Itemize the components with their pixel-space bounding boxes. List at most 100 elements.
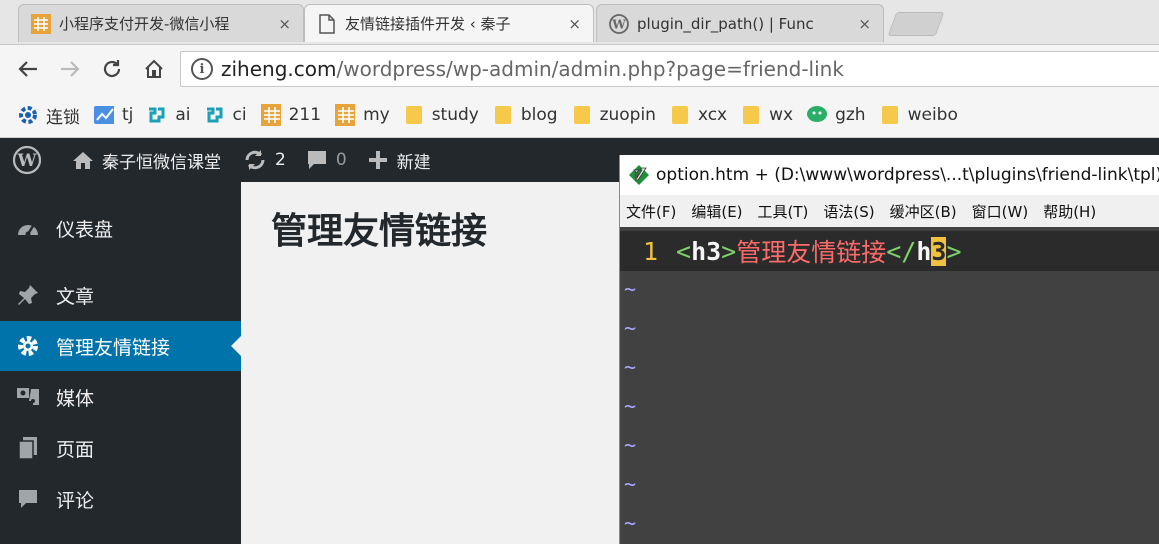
tab-title: plugin_dir_path() | Func xyxy=(637,14,814,33)
tab-title: 小程序支付开发-微信小程 xyxy=(59,15,230,33)
bookmark-item[interactable]: ai xyxy=(147,105,191,125)
page-icon xyxy=(317,13,337,34)
wechat-icon xyxy=(807,105,828,125)
tab-plugin-dir-path[interactable]: W plugin_dir_path() | Func × xyxy=(596,4,884,42)
bookmark-item[interactable]: my xyxy=(335,104,390,126)
plugin-icon xyxy=(205,105,225,125)
info-icon[interactable]: i xyxy=(191,58,213,80)
sidebar-item-label: 媒体 xyxy=(56,387,95,410)
sidebar-item-comments[interactable]: 评论 xyxy=(0,474,241,524)
menu-tools[interactable]: 工具(T) xyxy=(758,201,809,222)
svg-text:W: W xyxy=(16,151,37,171)
bookmark-item[interactable]: blog xyxy=(493,105,558,125)
empty-line-marker: ~ xyxy=(624,394,637,418)
home-icon xyxy=(145,59,163,78)
wp-logo-button[interactable]: W xyxy=(12,145,50,175)
bookmark-item[interactable]: ci xyxy=(205,105,247,125)
empty-line-marker: ~ xyxy=(624,433,637,457)
bookmark-label: ci xyxy=(232,105,247,125)
text-cursor: 3 xyxy=(931,236,947,266)
site-logo-icon xyxy=(260,104,281,126)
tab-close-icon[interactable]: × xyxy=(858,15,871,33)
tab-close-icon[interactable]: × xyxy=(568,15,581,33)
browser-toolbar: i ziheng.com/wordpress/wp-admin/admin.ph… xyxy=(0,45,1159,93)
back-button[interactable] xyxy=(14,55,42,83)
svg-text:W: W xyxy=(611,17,626,31)
wp-admin-sidebar: 仪表盘 文章 管理友情链接 媒体 页面 评论 xyxy=(0,182,241,544)
empty-line-marker: ~ xyxy=(624,472,637,496)
comments-count: 0 xyxy=(335,150,347,170)
bookmark-label: blog xyxy=(520,105,558,125)
wp-main-content: 管理友情链接 xyxy=(241,182,619,544)
bookmark-item[interactable]: zuopin xyxy=(572,105,656,125)
sidebar-item-label: 管理友情链接 xyxy=(56,336,171,359)
tab-friend-link-plugin[interactable]: 友情链接插件开发 ‹ 秦子 × xyxy=(304,4,594,42)
bookmark-label: 211 xyxy=(288,105,322,125)
bookmark-label: xcx xyxy=(697,105,728,125)
code-line[interactable]: 1 < h3 > 管理友情链接 </h 3 > xyxy=(620,231,1159,271)
address-bar[interactable]: i ziheng.com/wordpress/wp-admin/admin.ph… xyxy=(180,51,1159,87)
home-icon xyxy=(72,150,94,170)
site-name: 秦子恒微信课堂 xyxy=(102,152,221,173)
menu-file[interactable]: 文件(F) xyxy=(626,201,676,222)
menu-window[interactable]: 窗口(W) xyxy=(972,201,1029,222)
code-tag: h xyxy=(916,236,932,266)
vim-titlebar[interactable]: option.htm + (D:\www\wordpress\...t\plug… xyxy=(620,155,1159,195)
comment-icon xyxy=(306,149,328,171)
home-button[interactable] xyxy=(140,55,168,83)
vim-text-area[interactable]: 1 < h3 > 管理友情链接 </h 3 > ~ ~ ~ ~ ~ ~ ~ xyxy=(620,227,1159,544)
menu-edit[interactable]: 编辑(E) xyxy=(691,201,742,222)
bookmark-item[interactable]: xcx xyxy=(670,105,727,125)
comments-link[interactable]: 0 xyxy=(306,149,347,171)
reload-button[interactable] xyxy=(98,55,126,83)
folder-icon xyxy=(572,105,592,125)
page-icon xyxy=(16,436,40,460)
site-name-link[interactable]: 秦子恒微信课堂 xyxy=(72,148,221,173)
bookmark-label: tj xyxy=(122,105,134,125)
tab-mini-program-payment[interactable]: 小程序支付开发-微信小程 × xyxy=(18,4,304,42)
menu-buffers[interactable]: 缓冲区(B) xyxy=(890,201,957,222)
comment-icon xyxy=(16,487,40,511)
gear-icon xyxy=(18,105,38,125)
bookmark-item[interactable]: study xyxy=(404,105,479,125)
vim-menubar: 文件(F) 编辑(E) 工具(T) 语法(S) 缓冲区(B) 窗口(W) 帮助(… xyxy=(620,195,1159,228)
sidebar-item-manage-friend-links[interactable]: 管理友情链接 xyxy=(0,321,241,371)
folder-icon xyxy=(880,105,900,125)
code-bracket: > xyxy=(721,236,737,266)
code-bracket: < xyxy=(676,236,692,266)
vim-editor-window: option.htm + (D:\www\wordpress\...t\plug… xyxy=(619,155,1159,544)
bookmark-item[interactable]: tj xyxy=(94,105,133,125)
chart-icon xyxy=(94,105,114,125)
vim-window-title: option.htm + (D:\www\wordpress\...t\plug… xyxy=(656,165,1159,185)
bookmark-label: weibo xyxy=(907,105,958,125)
sidebar-item-label: 评论 xyxy=(56,489,95,512)
bookmark-item[interactable]: weibo xyxy=(880,105,958,125)
sidebar-item-media[interactable]: 媒体 xyxy=(0,372,241,422)
bookmark-item[interactable]: 连锁 xyxy=(18,103,80,128)
bookmark-label: zuopin xyxy=(599,105,656,125)
sidebar-item-posts[interactable]: 文章 xyxy=(0,270,241,320)
site-logo-icon xyxy=(335,104,356,126)
plus-icon xyxy=(367,149,389,171)
reload-icon xyxy=(103,60,121,78)
pin-icon xyxy=(16,283,40,307)
bookmark-item[interactable]: wx xyxy=(741,105,793,125)
bookmark-label: 连锁 xyxy=(46,107,80,128)
menu-help[interactable]: 帮助(H) xyxy=(1043,201,1096,222)
new-tab-button[interactable] xyxy=(887,12,945,36)
new-content-link[interactable]: 新建 xyxy=(367,148,431,173)
wordpress-icon: W xyxy=(12,145,42,175)
forward-button[interactable] xyxy=(56,55,84,83)
bookmark-item[interactable]: 211 xyxy=(260,104,322,126)
sidebar-item-pages[interactable]: 页面 xyxy=(0,423,241,473)
updates-link[interactable]: 2 xyxy=(243,149,286,171)
site-logo-icon xyxy=(31,13,51,34)
bookmark-item[interactable]: gzh xyxy=(807,105,866,125)
folder-icon xyxy=(493,105,513,125)
tab-close-icon[interactable]: × xyxy=(278,15,291,33)
menu-syntax[interactable]: 语法(S) xyxy=(823,201,874,222)
sidebar-item-dashboard[interactable]: 仪表盘 xyxy=(0,203,241,253)
code-tag: h3 xyxy=(691,236,722,266)
code-bracket: </ xyxy=(886,236,917,266)
dashboard-icon xyxy=(16,216,40,240)
